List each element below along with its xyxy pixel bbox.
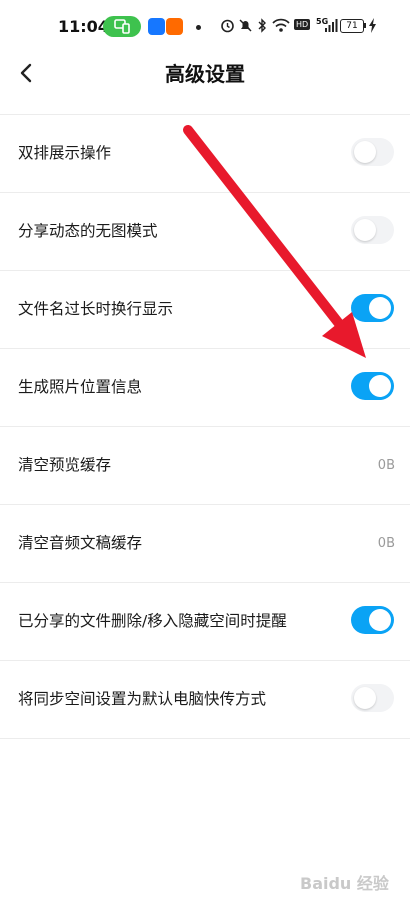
- hd-badge: HD: [294, 19, 311, 30]
- setting-label: 清空音频文稿缓存: [18, 534, 143, 552]
- setting-row-shared-delete-reminder[interactable]: 已分享的文件删除/移入隐藏空间时提醒: [0, 583, 410, 661]
- setting-label: 生成照片位置信息: [18, 378, 143, 396]
- status-bar: 11:04 HD 5G 71: [0, 0, 410, 54]
- notification-dot-icon: [196, 25, 201, 30]
- toggle-switch[interactable]: [351, 216, 394, 244]
- setting-row-clear-preview-cache[interactable]: 清空预览缓存 0B: [0, 427, 410, 505]
- setting-row-filename-wrap[interactable]: 文件名过长时换行显示: [0, 271, 410, 349]
- cache-size: 0B: [377, 458, 395, 473]
- cast-icon: [114, 19, 130, 34]
- toggle-knob: [354, 687, 376, 709]
- taobao-icon: [166, 18, 183, 35]
- alipay-icon: [148, 18, 165, 35]
- charging-bolt-icon: [369, 18, 376, 33]
- setting-label: 已分享的文件删除/移入隐藏空间时提醒: [18, 612, 287, 630]
- setting-label: 分享动态的无图模式: [18, 222, 158, 240]
- setting-label: 文件名过长时换行显示: [18, 300, 174, 318]
- toggle-knob: [354, 219, 376, 241]
- cache-size: 0B: [377, 536, 395, 551]
- setting-label: 清空预览缓存: [18, 456, 112, 474]
- setting-label: 将同步空间设置为默认电脑快传方式: [18, 690, 267, 708]
- toggle-switch[interactable]: [351, 606, 394, 634]
- bluetooth-icon: [258, 18, 266, 33]
- setting-row-double-row-actions[interactable]: 双排展示操作: [0, 115, 410, 193]
- page-title: 高级设置: [165, 62, 245, 86]
- toggle-knob: [369, 609, 391, 631]
- toggle-knob: [369, 297, 391, 319]
- setting-label: 双排展示操作: [18, 144, 112, 162]
- toggle-switch[interactable]: [351, 372, 394, 400]
- alarm-icon: [221, 19, 234, 33]
- setting-row-sync-space-default[interactable]: 将同步空间设置为默认电脑快传方式: [0, 661, 410, 739]
- signal-icon: [325, 19, 338, 32]
- battery-icon: [364, 23, 366, 28]
- status-time: 11:04: [58, 17, 109, 36]
- screen-cast-indicator[interactable]: [103, 16, 141, 37]
- mute-bell-icon: [239, 19, 252, 32]
- toggle-switch[interactable]: [351, 138, 394, 166]
- watermark: Baidu 经验: [300, 874, 389, 893]
- settings-list: 双排展示操作 分享动态的无图模式 文件名过长时换行显示 生成照片位置信息 清空预…: [0, 114, 410, 739]
- setting-row-photo-location[interactable]: 生成照片位置信息: [0, 349, 410, 427]
- toggle-knob: [369, 375, 391, 397]
- toggle-switch[interactable]: [351, 294, 394, 322]
- battery-level: 71: [340, 19, 364, 33]
- wifi-icon: [272, 18, 290, 32]
- setting-row-share-no-image[interactable]: 分享动态的无图模式: [0, 193, 410, 271]
- toggle-switch[interactable]: [351, 684, 394, 712]
- app-header: 高级设置: [0, 54, 410, 114]
- setting-row-clear-audio-cache[interactable]: 清空音频文稿缓存 0B: [0, 505, 410, 583]
- toggle-knob: [354, 141, 376, 163]
